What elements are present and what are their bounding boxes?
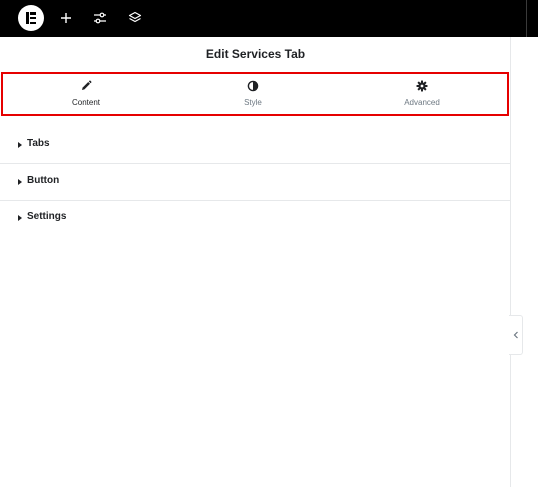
editor-topbar: [0, 0, 538, 37]
site-settings-button[interactable]: [91, 9, 109, 27]
editor-panel: Edit Services Tab Content Style Advanced…: [0, 37, 511, 487]
section-title: Tabs: [27, 138, 50, 149]
sliders-icon: [94, 12, 106, 24]
half-circle-icon: [247, 80, 259, 92]
chevron-left-icon: [513, 331, 518, 339]
section-title: Settings: [27, 211, 67, 222]
panel-title: Edit Services Tab: [205, 47, 306, 61]
elementor-logo-icon[interactable]: [18, 5, 44, 31]
tab-advanced-label: Advanced: [404, 98, 440, 107]
tab-advanced[interactable]: Advanced: [342, 74, 502, 114]
panel-tabs: Content Style Advanced: [1, 72, 509, 116]
section-title: Button: [27, 175, 60, 186]
tab-style-label: Style: [244, 98, 262, 107]
section-tabs[interactable]: Tabs: [0, 128, 510, 164]
tab-style[interactable]: Style: [173, 74, 333, 114]
add-element-button[interactable]: [57, 9, 75, 27]
section-button[interactable]: Button: [0, 165, 510, 201]
layers-icon: [128, 11, 142, 23]
structure-button[interactable]: [126, 9, 144, 27]
tab-content[interactable]: Content: [6, 74, 166, 114]
panel-collapse-button[interactable]: [509, 315, 523, 355]
topbar-right-strip: [526, 0, 538, 37]
caret-right-icon: [18, 142, 22, 148]
gear-icon: [416, 80, 428, 92]
caret-right-icon: [18, 215, 22, 221]
pencil-icon: [82, 80, 92, 90]
caret-right-icon: [18, 179, 22, 185]
tab-content-label: Content: [71, 98, 101, 107]
plus-icon: [61, 13, 71, 23]
section-settings[interactable]: Settings: [0, 201, 510, 237]
